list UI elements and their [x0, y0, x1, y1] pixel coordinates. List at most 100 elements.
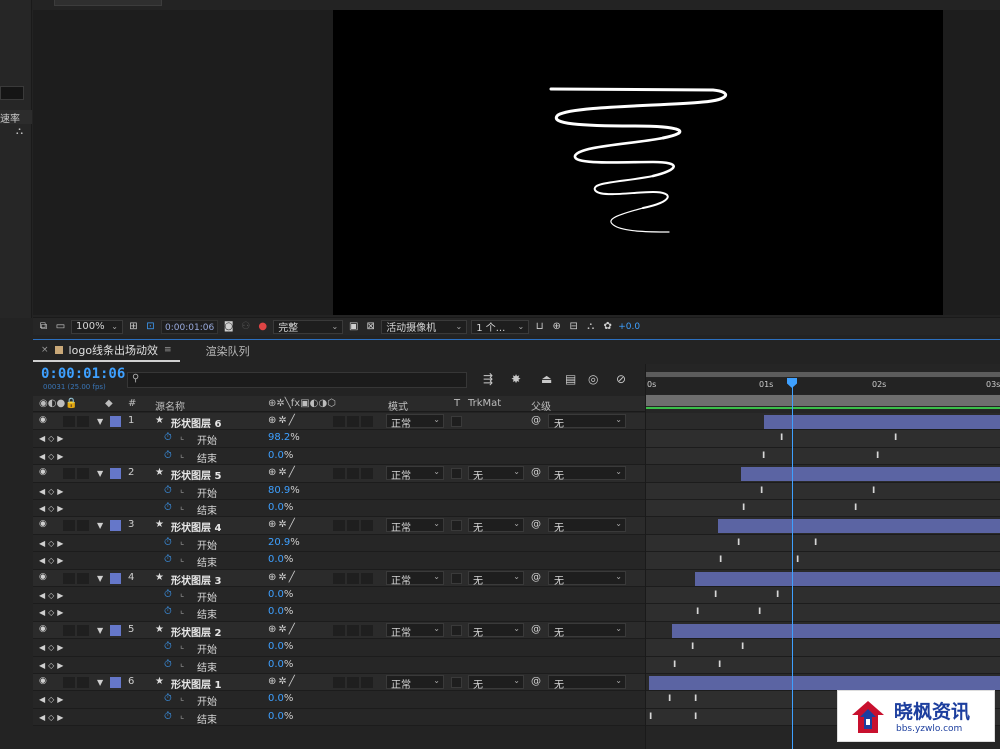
preserve-transparency-toggle[interactable] [451, 677, 462, 688]
label-color-swatch[interactable] [110, 572, 121, 584]
layer-row[interactable]: ◉ ▼ 3 ★ 形状图层 4 ⊕✲╱ 正常 ⌄ 无 ⌄ @ 无 ⌄ [33, 517, 645, 535]
property-row[interactable]: ◀◇▶ ⏱ ⌞ 开始 0.0% [33, 691, 645, 709]
hide-shy-layers-icon[interactable]: ⏏ [541, 372, 552, 386]
parent-pickwhip-icon[interactable]: @ [531, 676, 541, 687]
current-time-display[interactable]: 0:00:01:06 [161, 319, 219, 334]
layer-name[interactable]: 形状图层 6 [171, 415, 221, 430]
chevron-down-icon[interactable]: ▼ [97, 678, 103, 687]
layer-switches[interactable]: ⊕✲╱ [268, 415, 297, 426]
property-value[interactable]: 0.0% [268, 554, 293, 565]
exposure-reset-icon[interactable]: ✿ [601, 321, 614, 332]
stopwatch-icon[interactable]: ⏱ [164, 485, 172, 496]
graph-icon[interactable]: ⌞ [180, 450, 184, 460]
switch-box[interactable] [333, 624, 345, 636]
layer-duration-bar[interactable] [764, 415, 1000, 429]
keyframe-marker[interactable]: I [694, 712, 697, 722]
graph-icon[interactable]: ⌞ [180, 537, 184, 547]
keyframe-navigator-icon[interactable]: ◀◇▶ [39, 643, 66, 652]
composition-viewer-tab[interactable] [54, 0, 162, 6]
layer-row[interactable]: ◉ ▼ 4 ★ 形状图层 3 ⊕✲╱ 正常 ⌄ 无 ⌄ @ 无 ⌄ [33, 569, 645, 587]
view-layout-dropdown[interactable]: 1 个... ⌄ [471, 319, 530, 334]
blend-mode-dropdown[interactable]: 正常 ⌄ [386, 518, 444, 534]
graph-icon[interactable]: ⌞ [180, 693, 184, 703]
lock-toggle[interactable] [77, 677, 89, 688]
layer-name[interactable]: 形状图层 5 [171, 467, 221, 482]
motion-blur-icon[interactable]: ◎ [588, 372, 598, 386]
property-row[interactable]: ◀◇▶ ⏱ ⌞ 结束 0.0% [33, 604, 645, 622]
keyframe-navigator-icon[interactable]: ◀◇▶ [39, 661, 66, 670]
parent-pickwhip-icon[interactable]: @ [531, 467, 541, 478]
blend-mode-dropdown[interactable]: 正常 ⌄ [386, 675, 444, 691]
chevron-down-icon[interactable]: ▼ [97, 521, 103, 530]
graph-icon[interactable]: ⌞ [180, 641, 184, 651]
property-row[interactable]: ◀◇▶ ⏱ ⌞ 结束 0.0% [33, 552, 645, 570]
close-icon[interactable]: × [41, 345, 49, 355]
column-source-name[interactable]: 源名称 [155, 398, 185, 413]
mask-visibility-icon[interactable]: ⊡ [144, 321, 157, 332]
chevron-down-icon[interactable]: ▼ [97, 574, 103, 583]
time-navigator-bar[interactable] [646, 395, 1000, 406]
layer-search-input[interactable]: ⚲ [127, 372, 467, 388]
eye-icon[interactable]: ◉ [39, 519, 47, 529]
layer-switches-icons[interactable]: ⊕✲╲fx▣◐◑⬡ [268, 398, 336, 409]
layer-duration-bar[interactable] [695, 571, 1000, 586]
property-row[interactable]: ◀◇▶ ⏱ ⌞ 开始 98.2% [33, 430, 645, 448]
label-color-swatch[interactable] [110, 520, 121, 532]
keyframe-navigator-icon[interactable]: ◀◇▶ [39, 556, 66, 565]
stopwatch-icon[interactable]: ⏱ [164, 659, 172, 670]
layer-duration-bar[interactable] [741, 467, 1000, 482]
layer-name[interactable]: 形状图层 4 [171, 519, 221, 534]
column-parent[interactable]: 父级 [531, 398, 551, 413]
keyframe-marker[interactable]: I [814, 538, 817, 548]
eye-icon[interactable]: ◉ [39, 676, 47, 686]
label-color-swatch[interactable] [110, 416, 121, 427]
stopwatch-icon[interactable]: ⏱ [164, 711, 172, 722]
property-value[interactable]: 80.9% [268, 485, 300, 496]
track-matte-dropdown[interactable]: 无 ⌄ [468, 675, 524, 691]
blend-mode-dropdown[interactable]: 正常 ⌄ [386, 414, 444, 430]
layer-name[interactable]: 形状图层 3 [171, 572, 221, 587]
keyframe-marker[interactable]: I [742, 503, 745, 513]
switch-box[interactable] [361, 520, 373, 532]
preserve-transparency-toggle[interactable] [451, 624, 462, 636]
layer-switches[interactable]: ⊕✲╱ [268, 467, 297, 478]
keyframe-navigator-icon[interactable]: ◀◇▶ [39, 608, 66, 617]
blend-mode-dropdown[interactable]: 正常 ⌄ [386, 622, 444, 639]
keyframe-marker[interactable]: I [714, 590, 717, 600]
keyframe-navigator-icon[interactable]: ◀◇▶ [39, 504, 66, 513]
layer-row[interactable]: ◉ ▼ 1 ★ 形状图层 6 ⊕✲╱ 正常 ⌄ @ 无 ⌄ [33, 413, 645, 431]
switch-box[interactable] [361, 416, 373, 427]
graph-icon[interactable]: ⌞ [180, 485, 184, 495]
graph-icon[interactable]: ⌞ [180, 554, 184, 564]
camera-view-dropdown[interactable]: 活动摄像机 ⌄ [381, 319, 468, 334]
switch-box[interactable] [347, 416, 359, 427]
solo-toggle[interactable] [63, 624, 75, 636]
parent-dropdown[interactable]: 无 ⌄ [548, 518, 626, 534]
switch-box[interactable] [361, 468, 373, 480]
property-row[interactable]: ◀◇▶ ⏱ ⌞ 开始 0.0% [33, 639, 645, 657]
property-row[interactable]: ◀◇▶ ⏱ ⌞ 结束 0.0% [33, 656, 645, 674]
tab-composition[interactable]: × logo线条出场动效 ≡ [33, 340, 180, 362]
grid-guides-icon[interactable]: ⊞ [127, 321, 140, 332]
switch-box[interactable] [333, 677, 345, 688]
draft-3d-icon[interactable]: ✸ [511, 372, 521, 386]
keyframe-marker[interactable]: I [760, 486, 763, 496]
layer-name[interactable]: 形状图层 1 [171, 676, 221, 691]
property-row[interactable]: ◀◇▶ ⏱ ⌞ 结束 0.0% [33, 447, 645, 466]
timeline-icon[interactable]: ⊟ [567, 321, 580, 332]
graph-icon[interactable]: ⌞ [180, 659, 184, 669]
solo-toggle[interactable] [63, 677, 75, 688]
chevron-down-icon[interactable]: ▼ [97, 626, 103, 635]
switch-box[interactable] [361, 677, 373, 688]
column-t[interactable]: T [454, 398, 460, 409]
keyframe-navigator-icon[interactable]: ◀◇▶ [39, 539, 66, 548]
layer-switches[interactable]: ⊕✲╱ [268, 519, 297, 530]
layer-name[interactable]: 形状图层 2 [171, 624, 221, 639]
transparency-grid-icon[interactable]: ⊠ [364, 321, 377, 332]
parent-pickwhip-icon[interactable]: @ [531, 415, 541, 426]
keyframe-marker[interactable]: I [854, 503, 857, 513]
property-value[interactable]: 0.0% [268, 641, 293, 652]
eye-icon[interactable]: ◉ [39, 467, 47, 477]
parent-pickwhip-icon[interactable]: @ [531, 519, 541, 530]
keyframe-navigator-icon[interactable]: ◀◇▶ [39, 434, 66, 443]
